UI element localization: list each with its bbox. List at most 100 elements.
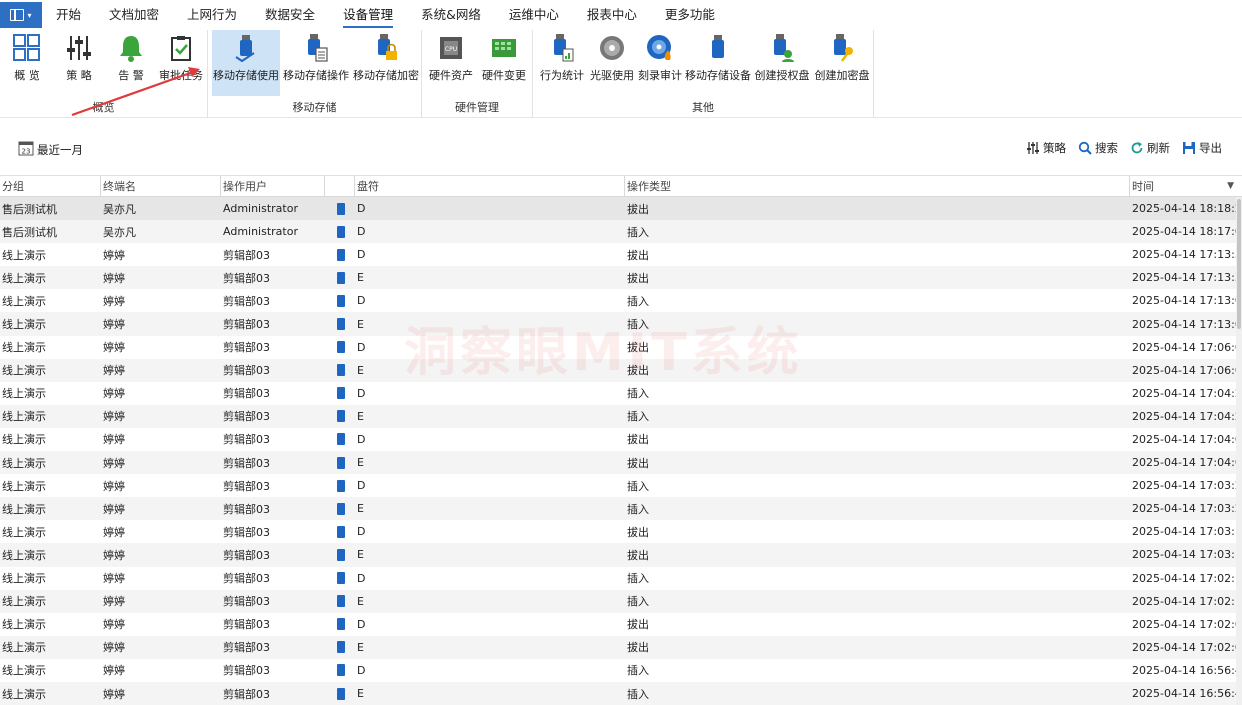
approval-tasks-button[interactable]: 审批任务 (156, 30, 206, 96)
approval-tasks-button-label: 审批任务 (159, 69, 203, 82)
table-row[interactable]: 线上演示 婷婷 剪辑部03 E 拔出 2025-04-14 17:04:06 (0, 451, 1242, 475)
table-row[interactable]: 线上演示 婷婷 剪辑部03 D 插入 2025-04-14 17:03:20 (0, 474, 1242, 497)
removable-storage-encryption-button[interactable]: 移动存储加密 (352, 30, 420, 96)
menu-item-ops-center[interactable]: 运维中心 (495, 0, 573, 30)
table-row[interactable]: 售后测试机 吴亦凡 Administrator D 拔出 2025-04-14 18:18… (0, 197, 1242, 221)
table-row[interactable]: 线上演示 婷婷 剪辑部03 D 拔出 2025-04-14 17:03:15 (0, 520, 1242, 543)
disc-burn-icon (645, 33, 675, 63)
cell-operation: 拔出 (627, 433, 649, 447)
table-row[interactable]: 线上演示 婷婷 剪辑部03 E 插入 2025-04-14 17:03:20 (0, 497, 1242, 521)
cell-group: 线上演示 (2, 525, 46, 539)
column-header-icon[interactable] (325, 176, 355, 196)
menu-item-doc-encryption[interactable]: 文档加密 (95, 0, 173, 30)
table-row[interactable]: 线上演示 婷婷 剪辑部03 E 插入 2025-04-14 17:04:29 (0, 404, 1242, 428)
menu-item-more[interactable]: 更多功能 (651, 0, 729, 30)
cell-time: 2025-04-14 17:04:29 (1132, 386, 1242, 400)
date-filter-button[interactable]: 23 最近一月 (18, 140, 83, 159)
cell-user: 剪辑部03 (223, 595, 270, 609)
optical-drive-usage-button[interactable]: 光驱使用 (587, 30, 637, 96)
cell-operation: 插入 (627, 410, 649, 424)
burn-audit-button[interactable]: 刻录审计 (635, 30, 685, 96)
table-row[interactable]: 线上演示 婷婷 剪辑部03 D 插入 2025-04-14 17:02:11 (0, 567, 1242, 590)
cpu-chip-icon: CPU (436, 33, 466, 63)
save-disk-icon (1182, 141, 1196, 155)
cell-time: 2025-04-14 17:04:06 (1132, 456, 1242, 470)
policy-toolbar-button[interactable]: 策略 (1026, 140, 1066, 156)
table-row[interactable]: 线上演示 婷婷 剪辑部03 E 拔出 2025-04-14 17:03:15 (0, 543, 1242, 567)
cell-operation: 拔出 (627, 548, 649, 562)
cell-group: 线上演示 (2, 456, 46, 470)
usb-key-icon (827, 33, 857, 63)
removable-storage-usage-button[interactable]: 移动存储使用 (212, 30, 280, 96)
app-menu-icon (10, 9, 25, 21)
cell-terminal: 婷婷 (103, 387, 125, 401)
cell-terminal: 婷婷 (103, 618, 125, 632)
cell-group: 售后测试机 (2, 202, 57, 216)
table-row[interactable]: 线上演示 婷婷 剪辑部03 D 插入 2025-04-14 17:04:29 (0, 382, 1242, 405)
menu-item-start[interactable]: 开始 (42, 0, 95, 30)
scrollbar-thumb[interactable] (1237, 199, 1241, 329)
usb-cell (325, 595, 355, 608)
column-header-terminal[interactable]: 终端名 (101, 176, 221, 196)
hardware-assets-label: 硬件资产 (429, 69, 473, 82)
menu-item-device-management[interactable]: 设备管理 (329, 0, 407, 30)
alert-button-label: 告 警 (118, 69, 144, 82)
create-encrypted-disk-button[interactable]: 创建加密盘 (813, 30, 871, 96)
overview-button[interactable]: 概 览 (4, 30, 50, 96)
cell-group: 线上演示 (2, 595, 46, 609)
column-header-user[interactable]: 操作用户 (221, 176, 325, 196)
table-row[interactable]: 售后测试机 吴亦凡 Administrator D 插入 2025-04-14 18:17… (0, 220, 1242, 244)
cell-operation: 拔出 (627, 341, 649, 355)
removable-storage-device-button[interactable]: 移动存储设备 (685, 30, 751, 96)
export-button[interactable]: 导出 (1182, 140, 1222, 156)
disc-icon (597, 33, 627, 63)
menu-item-web-behavior[interactable]: 上网行为 (173, 0, 251, 30)
cell-terminal: 婷婷 (103, 595, 125, 609)
cell-user: 剪辑部03 (223, 687, 270, 701)
cell-terminal: 婷婷 (103, 572, 125, 586)
cell-user: 剪辑部03 (223, 294, 270, 308)
table-row[interactable]: 线上演示 婷婷 剪辑部03 D 拔出 2025-04-14 17:13:37 (0, 243, 1242, 266)
table-row[interactable]: 线上演示 婷婷 剪辑部03 E 插入 2025-04-14 17:13:00 (0, 312, 1242, 336)
hardware-assets-button[interactable]: CPU 硬件资产 (426, 30, 476, 96)
cell-time: 2025-04-14 17:06:00 (1132, 340, 1242, 354)
column-header-operation[interactable]: 操作类型 (625, 176, 1130, 196)
usb-drive-icon (337, 225, 345, 238)
table-row[interactable]: 线上演示 婷婷 剪辑部03 E 插入 2025-04-14 17:02:11 (0, 589, 1242, 613)
table-row[interactable]: 线上演示 婷婷 剪辑部03 E 插入 2025-04-14 16:56:48 (0, 681, 1242, 705)
usb-cell (325, 479, 355, 492)
table-row[interactable]: 线上演示 婷婷 剪辑部03 E 拔出 2025-04-14 17:06:00 (0, 358, 1242, 382)
hardware-change-button[interactable]: 硬件变更 (478, 30, 530, 96)
column-header-drive[interactable]: 盘符 (355, 176, 625, 196)
policy-button[interactable]: 策 略 (56, 30, 102, 96)
app-menu-button[interactable]: ▾ (0, 2, 42, 28)
behavior-stats-label: 行为统计 (540, 69, 584, 82)
column-header-time[interactable]: 时间 ▼ (1130, 176, 1242, 196)
table-row[interactable]: 线上演示 婷婷 剪辑部03 D 拔出 2025-04-14 17:06:00 (0, 336, 1242, 359)
create-authorized-disk-button[interactable]: 创建授权盘 (753, 30, 811, 96)
menu-item-data-security[interactable]: 数据安全 (251, 0, 329, 30)
behavior-stats-button[interactable]: 行为统计 (537, 30, 587, 96)
usb-drive-icon (337, 433, 345, 446)
table-row[interactable]: 线上演示 婷婷 剪辑部03 E 拔出 2025-04-14 17:02:09 (0, 635, 1242, 659)
search-button[interactable]: 搜索 (1078, 140, 1118, 156)
table-row[interactable]: 线上演示 婷婷 剪辑部03 D 拔出 2025-04-14 17:02:09 (0, 613, 1242, 636)
search-icon (1078, 141, 1092, 155)
removable-storage-operation-button[interactable]: 移动存储操作 (282, 30, 350, 96)
cell-operation: 拔出 (627, 271, 649, 285)
menu-item-report-center[interactable]: 报表中心 (573, 0, 651, 30)
ribbon-group-label: 硬件管理 (455, 101, 499, 114)
cell-terminal: 婷婷 (103, 548, 125, 562)
refresh-button[interactable]: 刷新 (1130, 140, 1170, 156)
cell-operation: 插入 (627, 595, 649, 609)
usb-drive-icon (231, 33, 261, 63)
table-row[interactable]: 线上演示 婷婷 剪辑部03 D 拔出 2025-04-14 17:04:06 (0, 428, 1242, 451)
table-row[interactable]: 线上演示 婷婷 剪辑部03 D 插入 2025-04-14 17:13:00 (0, 289, 1242, 312)
cell-drive: D (357, 571, 366, 585)
table-row[interactable]: 线上演示 婷婷 剪辑部03 E 拔出 2025-04-14 17:13:37 (0, 266, 1242, 290)
table-row[interactable]: 线上演示 婷婷 剪辑部03 D 插入 2025-04-14 16:56:48 (0, 659, 1242, 682)
alert-button[interactable]: 告 警 (108, 30, 154, 96)
removable-storage-encryption-label: 移动存储加密 (353, 69, 419, 82)
menu-item-system-network[interactable]: 系统&网络 (407, 0, 495, 30)
column-header-group[interactable]: 分组 (0, 176, 101, 196)
